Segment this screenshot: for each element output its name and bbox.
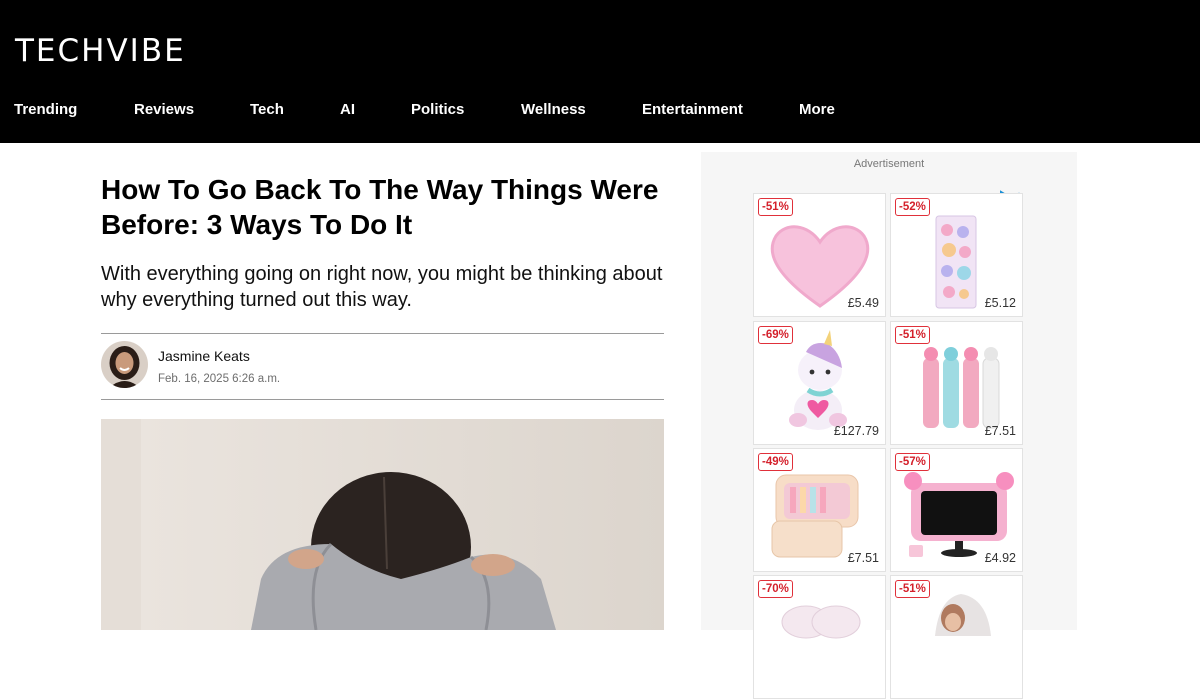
site-logo[interactable]: TECHVIBE	[15, 32, 186, 70]
discount-badge: -69%	[758, 326, 793, 344]
nav-item-politics[interactable]: Politics	[411, 101, 464, 118]
divider-top	[101, 333, 664, 334]
author-avatar[interactable]	[101, 341, 148, 388]
product-price: £5.49	[847, 296, 879, 310]
ad-label: Advertisement	[853, 158, 925, 170]
discount-badge: -70%	[758, 580, 793, 598]
article-subtitle: With everything going on right now, you …	[101, 263, 663, 311]
product-price: £4.92	[984, 551, 1016, 565]
product-price: £7.51	[984, 424, 1016, 438]
discount-badge: -57%	[895, 453, 930, 471]
nav-item-trending[interactable]: Trending	[14, 101, 77, 118]
ad-product-tile[interactable]: -51%	[890, 575, 1023, 699]
hero-image	[101, 419, 664, 630]
discount-badge: -49%	[758, 453, 793, 471]
article-headline: How To Go Back To The Way Things Were Be…	[101, 174, 659, 240]
nav-item-reviews[interactable]: Reviews	[134, 101, 194, 118]
ad-product-tile[interactable]: -52% £5.12	[890, 193, 1023, 317]
product-price: £7.51	[847, 551, 879, 565]
nav-item-ai[interactable]: AI	[340, 101, 355, 118]
ad-product-tile[interactable]: -69% £127.79	[753, 321, 886, 445]
nav-item-tech[interactable]: Tech	[250, 101, 284, 118]
product-price: £5.12	[984, 296, 1016, 310]
author-name[interactable]: Jasmine Keats	[158, 348, 250, 364]
ad-product-tile[interactable]: -57% £4.92	[890, 448, 1023, 572]
ad-product-tile[interactable]: -51% £5.49	[753, 193, 886, 317]
discount-badge: -51%	[895, 580, 930, 598]
discount-badge: -51%	[895, 326, 930, 344]
publish-date: Feb. 16, 2025 6:26 a.m.	[158, 373, 281, 385]
divider-bottom	[101, 399, 664, 400]
nav-item-wellness[interactable]: Wellness	[521, 101, 586, 118]
discount-badge: -51%	[758, 198, 793, 216]
discount-badge: -52%	[895, 198, 930, 216]
ad-product-tile[interactable]: -49% £7.51	[753, 448, 886, 572]
nav-item-more[interactable]: More	[799, 101, 835, 118]
product-price: £127.79	[833, 424, 879, 438]
ad-product-tile[interactable]: -51% £7.51	[890, 321, 1023, 445]
ad-product-tile[interactable]: -70%	[753, 575, 886, 699]
nav-item-entertainment[interactable]: Entertainment	[642, 101, 743, 118]
site-header: TECHVIBE Trending Reviews Tech AI Politi…	[0, 0, 1200, 143]
